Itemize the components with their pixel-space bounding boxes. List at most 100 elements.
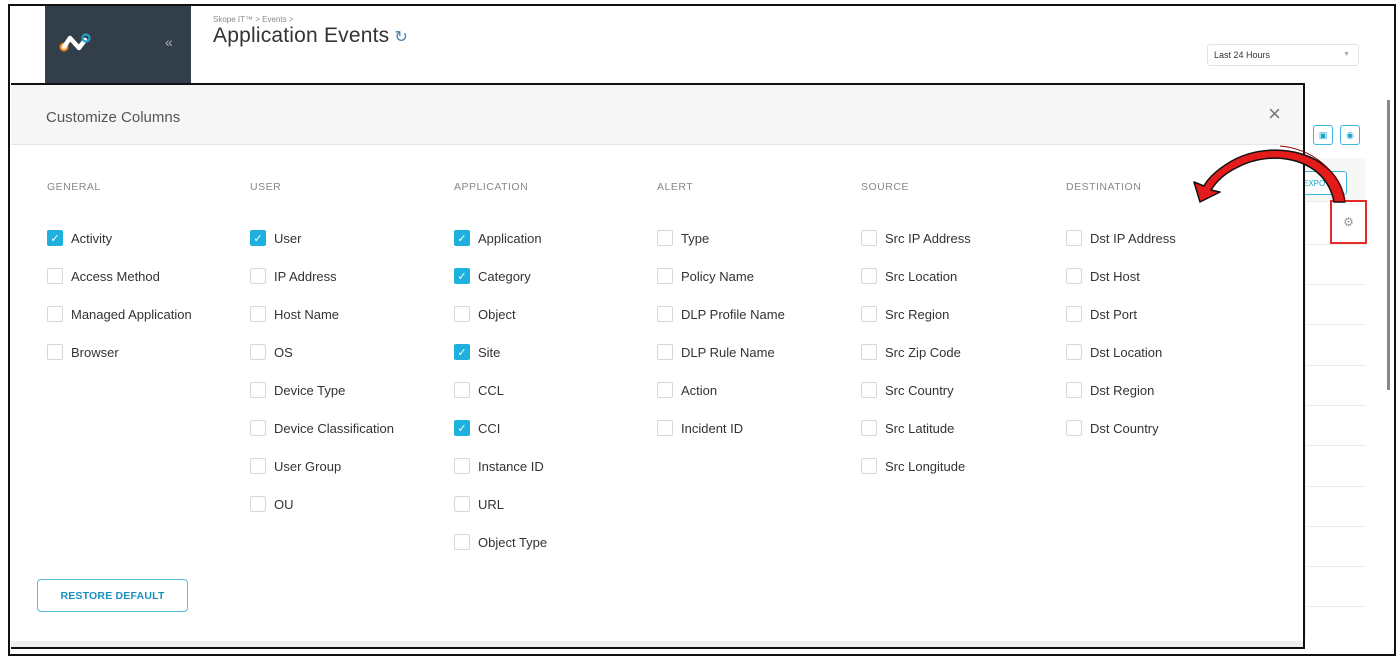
column-option[interactable]: Instance ID <box>454 447 547 485</box>
checkbox-unchecked[interactable] <box>657 230 673 246</box>
column-option[interactable]: Action <box>657 371 785 409</box>
checkbox-unchecked[interactable] <box>861 420 877 436</box>
checkbox-unchecked[interactable] <box>861 230 877 246</box>
checkbox-checked[interactable]: ✓ <box>454 344 470 360</box>
column-option[interactable]: ✓ Activity <box>47 219 192 257</box>
column-option[interactable]: DLP Profile Name <box>657 295 785 333</box>
column-group-general: GENERAL ✓ Activity Access Method Managed App… <box>47 181 192 371</box>
checkbox-checked[interactable]: ✓ <box>250 230 266 246</box>
time-range-select[interactable]: Last 24 Hours ▼ <box>1207 44 1359 66</box>
column-option[interactable]: OS <box>250 333 394 371</box>
column-option[interactable]: Dst Host <box>1066 257 1176 295</box>
column-option[interactable]: Object <box>454 295 547 333</box>
column-option[interactable]: Policy Name <box>657 257 785 295</box>
column-group-source: SOURCE Src IP Address Src Location Src Regi… <box>861 181 971 485</box>
checkbox-unchecked[interactable] <box>861 268 877 284</box>
checkbox-unchecked[interactable] <box>454 458 470 474</box>
table-row-divider <box>1306 445 1366 446</box>
column-option[interactable]: DLP Rule Name <box>657 333 785 371</box>
checkbox-unchecked[interactable] <box>861 344 877 360</box>
restore-default-button[interactable]: RESTORE DEFAULT <box>37 579 188 612</box>
table-row-divider <box>1306 365 1366 366</box>
checkbox-checked[interactable]: ✓ <box>47 230 63 246</box>
column-option[interactable]: Src Zip Code <box>861 333 971 371</box>
column-option[interactable]: Src Country <box>861 371 971 409</box>
checkbox-unchecked[interactable] <box>657 382 673 398</box>
checkbox-checked[interactable]: ✓ <box>454 230 470 246</box>
column-option[interactable]: Src IP Address <box>861 219 971 257</box>
checkbox-unchecked[interactable] <box>454 382 470 398</box>
eye-icon: ◉ <box>1346 129 1354 140</box>
checkbox-unchecked[interactable] <box>1066 382 1082 398</box>
column-option[interactable]: ✓ Application <box>454 219 547 257</box>
column-option[interactable]: User Group <box>250 447 394 485</box>
column-option[interactable]: Access Method <box>47 257 192 295</box>
checkbox-unchecked[interactable] <box>454 534 470 550</box>
column-option[interactable]: Host Name <box>250 295 394 333</box>
column-option[interactable]: Src Location <box>861 257 971 295</box>
checkbox-unchecked[interactable] <box>861 458 877 474</box>
checkbox-unchecked[interactable] <box>1066 344 1082 360</box>
column-option[interactable]: CCL <box>454 371 547 409</box>
checkbox-unchecked[interactable] <box>454 306 470 322</box>
checkmark-icon: ✓ <box>457 346 467 359</box>
column-option[interactable]: Src Latitude <box>861 409 971 447</box>
checkbox-unchecked[interactable] <box>454 496 470 512</box>
checkbox-unchecked[interactable] <box>861 306 877 322</box>
checkbox-unchecked[interactable] <box>657 268 673 284</box>
column-option[interactable]: URL <box>454 485 547 523</box>
column-option[interactable]: Dst Location <box>1066 333 1176 371</box>
column-option[interactable]: Type <box>657 219 785 257</box>
checkbox-unchecked[interactable] <box>657 306 673 322</box>
breadcrumb[interactable]: Skope IT™ > Events > <box>213 15 293 24</box>
checkbox-unchecked[interactable] <box>657 420 673 436</box>
checkmark-icon: ✓ <box>253 232 263 245</box>
checkbox-unchecked[interactable] <box>861 382 877 398</box>
checkbox-unchecked[interactable] <box>47 344 63 360</box>
column-option[interactable]: Dst Country <box>1066 409 1176 447</box>
checkbox-unchecked[interactable] <box>250 496 266 512</box>
column-option[interactable]: Src Longitude <box>861 447 971 485</box>
column-option[interactable]: OU <box>250 485 394 523</box>
column-option[interactable]: Dst IP Address <box>1066 219 1176 257</box>
annotation-arrow-icon <box>1193 145 1346 203</box>
close-icon[interactable]: × <box>1268 103 1281 125</box>
column-option[interactable]: IP Address <box>250 257 394 295</box>
checkbox-checked[interactable]: ✓ <box>454 420 470 436</box>
collapse-sidebar-icon[interactable]: « <box>165 34 173 50</box>
refresh-icon[interactable]: ↻ <box>394 27 408 47</box>
column-option[interactable]: ✓ Site <box>454 333 547 371</box>
option-label: OU <box>274 496 294 512</box>
checkbox-unchecked[interactable] <box>1066 230 1082 246</box>
column-option[interactable]: Browser <box>47 333 192 371</box>
checkbox-unchecked[interactable] <box>1066 420 1082 436</box>
checkbox-unchecked[interactable] <box>47 306 63 322</box>
column-option[interactable]: ✓ CCI <box>454 409 547 447</box>
checkbox-unchecked[interactable] <box>1066 268 1082 284</box>
option-label: Device Classification <box>274 420 394 436</box>
column-option[interactable]: Device Type <box>250 371 394 409</box>
checkbox-unchecked[interactable] <box>250 306 266 322</box>
checkbox-checked[interactable]: ✓ <box>454 268 470 284</box>
column-option[interactable]: Device Classification <box>250 409 394 447</box>
checkbox-unchecked[interactable] <box>250 382 266 398</box>
column-option[interactable]: Dst Region <box>1066 371 1176 409</box>
checkbox-unchecked[interactable] <box>250 268 266 284</box>
modal-footer-edge <box>11 641 1303 647</box>
checkmark-icon: ✓ <box>457 232 467 245</box>
option-label: Dst Location <box>1090 344 1163 360</box>
column-option[interactable]: ✓ User <box>250 219 394 257</box>
checkbox-unchecked[interactable] <box>250 458 266 474</box>
checkbox-unchecked[interactable] <box>1066 306 1082 322</box>
column-option[interactable]: Src Region <box>861 295 971 333</box>
checkbox-unchecked[interactable] <box>250 420 266 436</box>
column-option[interactable]: Dst Port <box>1066 295 1176 333</box>
column-option[interactable]: ✓ Category <box>454 257 547 295</box>
checkbox-unchecked[interactable] <box>657 344 673 360</box>
column-option[interactable]: Object Type <box>454 523 547 561</box>
checkbox-unchecked[interactable] <box>250 344 266 360</box>
page-scrollbar[interactable] <box>1387 100 1390 390</box>
checkbox-unchecked[interactable] <box>47 268 63 284</box>
column-option[interactable]: Incident ID <box>657 409 785 447</box>
column-option[interactable]: Managed Application <box>47 295 192 333</box>
